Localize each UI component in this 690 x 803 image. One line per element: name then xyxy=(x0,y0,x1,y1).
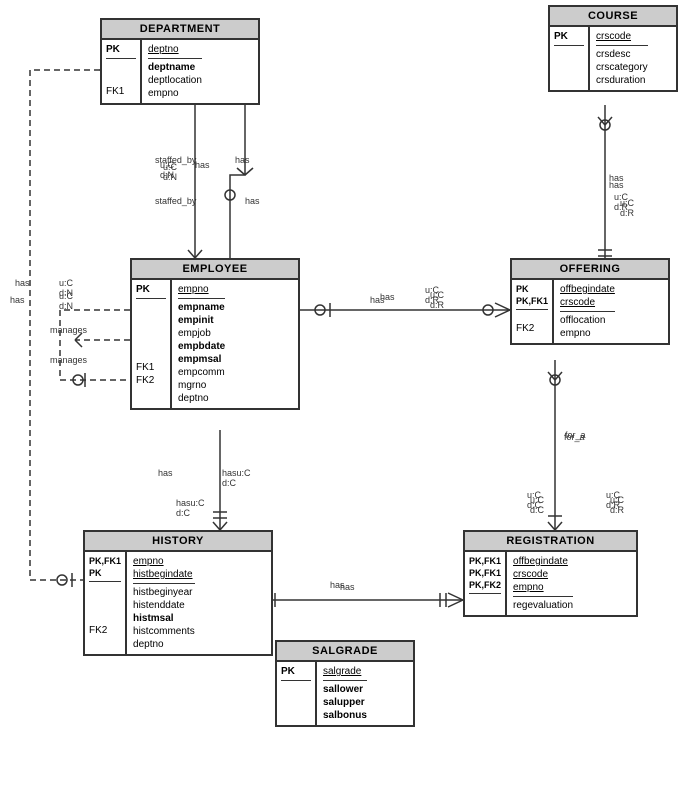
ann-has-hist-reg: has xyxy=(330,580,345,590)
history-field-deptno: deptno xyxy=(133,639,164,650)
emp-field-empcomm: empcomm xyxy=(178,367,225,378)
entity-course-title: COURSE xyxy=(550,7,676,27)
ann-uc-dr2: u:Cd:R xyxy=(614,192,628,212)
ann-for-a: for_a xyxy=(564,432,585,442)
offering-pk-label: PK xyxy=(516,284,529,294)
emp-field-empinit: empinit xyxy=(178,315,214,326)
course-pk-label: PK xyxy=(554,31,568,42)
ann-has-dept: has xyxy=(245,196,260,206)
reg-field-crscode: crscode xyxy=(513,569,548,580)
ann-hasu-dc: hasu:Cd:C xyxy=(176,498,205,518)
ann-uc-dr: u:Cd:R xyxy=(425,285,439,305)
dept-pk-label: PK xyxy=(106,44,120,55)
ann-manages: manages xyxy=(50,355,87,365)
history-field-histbegindate: histbegindate xyxy=(133,569,193,580)
reg-field-empno: empno xyxy=(513,582,544,593)
offering-field-crscode: crscode xyxy=(560,297,595,308)
entity-department: DEPARTMENT PK FK1 deptno deptname deptlo… xyxy=(100,18,260,105)
entity-employee-title: EMPLOYEE xyxy=(132,260,298,280)
ann-has-course: has xyxy=(609,173,624,183)
emp-field-deptno: deptno xyxy=(178,393,209,404)
sal-field-salupper: salupper xyxy=(323,697,365,708)
entity-offering: OFFERING PK PK,FK1 FK2 offbegindate crsc… xyxy=(510,258,670,345)
history-field-histenddate: histenddate xyxy=(133,600,185,611)
sal-pk-label: PK xyxy=(281,666,295,677)
emp-field-mgrno: mgrno xyxy=(178,380,206,391)
history-field-histbeginyear: histbeginyear xyxy=(133,587,192,598)
entity-department-title: DEPARTMENT xyxy=(102,20,258,40)
offering-pkfk1-label: PK,FK1 xyxy=(516,296,548,306)
er-diagram: staffed_by has has hasu:Cd:C has manages… xyxy=(0,0,690,803)
label-manages: manages xyxy=(50,325,87,335)
course-field-crscategory: crscategory xyxy=(596,62,648,73)
emp-pk-label: PK xyxy=(136,284,150,295)
entity-history-title: HISTORY xyxy=(85,532,271,552)
ann-has-emp-off: has xyxy=(370,295,385,305)
emp-fk1-label: FK1 xyxy=(136,362,154,373)
ann-uc-dn2: u:Cd:N xyxy=(59,278,73,298)
reg-pkfk1a-label: PK,FK1 xyxy=(469,556,501,566)
label-has2: has xyxy=(195,160,210,170)
entity-employee: EMPLOYEE PK FK1 FK2 empno empname empini… xyxy=(130,258,300,410)
entity-offering-title: OFFERING xyxy=(512,260,668,280)
entity-salgrade: SALGRADE PK salgrade sallower salupper s… xyxy=(275,640,415,727)
emp-field-empno: empno xyxy=(178,284,209,295)
history-field-histmsal: histmsal xyxy=(133,613,174,624)
entity-registration-title: REGISTRATION xyxy=(465,532,636,552)
entity-salgrade-title: SALGRADE xyxy=(277,642,413,662)
reg-field-regevaluation: regevaluation xyxy=(513,600,573,611)
ann-uc-dn: u:Cd:N xyxy=(160,160,174,180)
dept-field-empno: empno xyxy=(148,88,179,99)
dept-field-deptlocation: deptlocation xyxy=(148,75,202,86)
dept-field-deptname: deptname xyxy=(148,62,195,73)
reg-pkfk1b-label: PK,FK1 xyxy=(469,568,501,578)
history-fk2-label: FK2 xyxy=(89,625,107,636)
course-field-crscode: crscode xyxy=(596,31,631,42)
history-field-empno: empno xyxy=(133,556,164,567)
entity-course: COURSE PK crscode crsdesc crscategory cr… xyxy=(548,5,678,92)
offering-field-empno: empno xyxy=(560,328,591,339)
entity-history: HISTORY PK,FK1 PK FK2 empno histbegindat… xyxy=(83,530,273,656)
emp-field-empname: empname xyxy=(178,302,225,313)
offering-field-offlocation: offlocation xyxy=(560,315,605,326)
ann-staffed-by: staffed_by xyxy=(155,196,196,206)
emp-field-empbdate: empbdate xyxy=(178,341,225,352)
history-field-histcomments: histcomments xyxy=(133,626,195,637)
label-hasu-dc: hasu:Cd:C xyxy=(222,468,251,488)
sal-field-salgrade: salgrade xyxy=(323,666,361,677)
emp-field-empmsal: empmsal xyxy=(178,354,221,365)
sal-field-sallower: sallower xyxy=(323,684,363,695)
ann-has-left-side: has xyxy=(15,278,30,288)
history-pkfk1-label: PK,FK1 xyxy=(89,556,121,566)
entity-registration: REGISTRATION PK,FK1 PK,FK1 PK,FK2 offbeg… xyxy=(463,530,638,617)
dept-field-deptno: deptno xyxy=(148,44,179,55)
label-has-left: has xyxy=(10,295,25,305)
reg-field-offbegindate: offbegindate xyxy=(513,556,568,567)
course-field-crsdesc: crsdesc xyxy=(596,49,630,60)
history-pk-label: PK xyxy=(89,568,102,578)
reg-pkfk2-label: PK,FK2 xyxy=(469,580,501,590)
offering-fk2-label: FK2 xyxy=(516,323,534,334)
ann-has-emp-hist: has xyxy=(158,468,173,478)
sal-field-salbonus: salbonus xyxy=(323,710,367,721)
emp-field-empjob: empjob xyxy=(178,328,211,339)
ann-uc-dr3: u:Cd:R xyxy=(606,490,620,510)
course-field-crsduration: crsduration xyxy=(596,75,645,86)
label-has-dept-emp: has xyxy=(235,155,250,165)
ann-uc-dc: u:Cd:C xyxy=(527,490,541,510)
dept-fk1-label: FK1 xyxy=(106,86,124,97)
offering-field-offbegindate: offbegindate xyxy=(560,284,615,295)
emp-fk2-label: FK2 xyxy=(136,375,154,386)
